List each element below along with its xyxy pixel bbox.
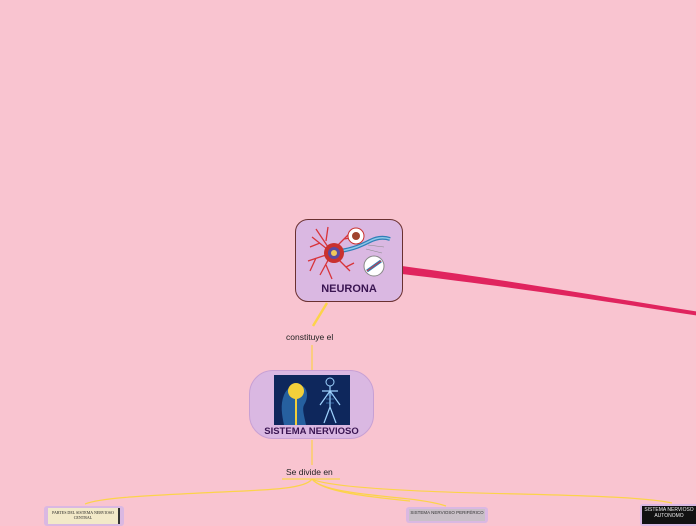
branch-partes — [84, 478, 313, 505]
periferico-node-text: SISTEMA NERVIOSO PERIFÉRICO — [409, 509, 485, 521]
branch-autonomo — [311, 478, 673, 504]
autonomo-node-text: SISTEMA NERVIOSO AUTONOMO — [642, 506, 696, 524]
sistema-periferico-node[interactable]: SISTEMA NERVIOSO PERIFÉRICO — [406, 507, 488, 523]
connector-neurona-to-label — [311, 302, 329, 327]
partes-node-text: PARTES DEL SISTEMA NERVIOSO CENTRAL — [48, 508, 120, 524]
neurona-node[interactable]: NEURONA — [295, 219, 403, 302]
sistema-autonomo-node[interactable]: SISTEMA NERVIOSO AUTONOMO — [640, 504, 696, 526]
sistema-nervioso-title: SISTEMA NERVIOSO — [264, 426, 359, 437]
neurona-title: NEURONA — [321, 283, 377, 295]
branch-periferico — [311, 478, 447, 507]
link-label-constituye[interactable]: constituye el — [286, 332, 333, 342]
link-label-se-divide[interactable]: Se divide en — [286, 467, 333, 477]
partes-sistema-central-node[interactable]: PARTES DEL SISTEMA NERVIOSO CENTRAL — [44, 506, 124, 526]
sistema-nervioso-node[interactable]: SISTEMA NERVIOSO — [249, 370, 374, 439]
neuron-illustration — [306, 223, 392, 281]
nervous-system-illustration — [273, 375, 350, 425]
main-connector — [402, 266, 696, 316]
